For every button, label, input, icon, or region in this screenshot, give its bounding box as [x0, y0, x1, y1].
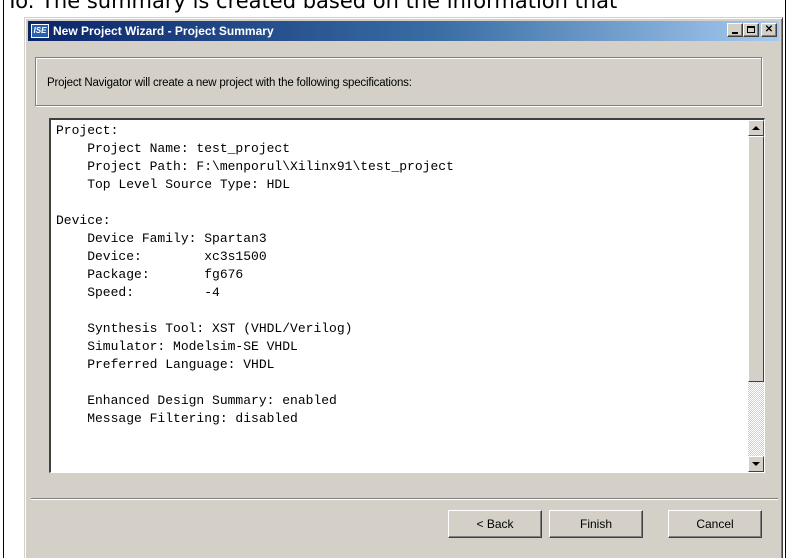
summary-line: Preferred Language: VHDL: [56, 357, 275, 372]
title-bar[interactable]: ISE New Project Wizard - Project Summary…: [28, 21, 779, 41]
scroll-up-button[interactable]: [748, 120, 764, 136]
scroll-thumb[interactable]: [748, 136, 764, 382]
cancel-button[interactable]: Cancel: [668, 510, 762, 538]
maximize-button[interactable]: [743, 23, 759, 37]
summary-line: Enhanced Design Summary: enabled: [56, 393, 337, 408]
vertical-scrollbar[interactable]: [748, 120, 764, 472]
finish-button[interactable]: Finish: [549, 510, 643, 538]
maximize-icon: [747, 26, 755, 33]
summary-line: [56, 302, 736, 320]
scroll-down-button[interactable]: [748, 456, 764, 472]
minimize-icon: [732, 32, 738, 34]
footer-separator: [31, 498, 778, 500]
summary-line: Device: xc3s1500: [56, 249, 267, 264]
summary-line: Package: fg676: [56, 267, 244, 282]
summary-line: Simulator: Modelsim-SE VHDL: [56, 339, 298, 354]
title-bar-buttons: ✕: [727, 23, 777, 37]
header-description: Project Navigator will create a new proj…: [47, 77, 412, 89]
close-button[interactable]: ✕: [761, 23, 777, 37]
minimize-button[interactable]: [727, 23, 743, 37]
summary-line: [56, 194, 736, 212]
summary-line: Project:: [56, 123, 119, 138]
back-button[interactable]: < Back: [448, 510, 542, 538]
summary-line: [56, 374, 736, 392]
close-icon: ✕: [764, 24, 774, 35]
summary-line: Project Name: test_project: [56, 141, 291, 156]
arrow-down-icon: [752, 462, 760, 466]
summary-line: Top Level Source Type: HDL: [56, 177, 291, 192]
summary-text: Project: Project Name: test_project Proj…: [56, 122, 736, 428]
header-panel: Project Navigator will create a new proj…: [35, 57, 762, 106]
arrow-up-icon: [752, 126, 760, 130]
summary-line: Message Filtering: disabled: [56, 411, 298, 426]
summary-line: Device:: [56, 213, 111, 228]
wizard-window: ISE New Project Wizard - Project Summary…: [24, 17, 783, 558]
project-summary-box[interactable]: Project: Project Name: test_project Proj…: [49, 118, 765, 473]
summary-line: Speed: -4: [56, 285, 220, 300]
ise-app-icon: ISE: [31, 24, 49, 38]
summary-line: Synthesis Tool: XST (VHDL/Verilog): [56, 321, 353, 336]
summary-line: Device Family: Spartan3: [56, 231, 267, 246]
window-title: New Project Wizard - Project Summary: [53, 24, 274, 38]
summary-line: Project Path: F:\menporul\Xilinx91\test_…: [56, 159, 454, 174]
